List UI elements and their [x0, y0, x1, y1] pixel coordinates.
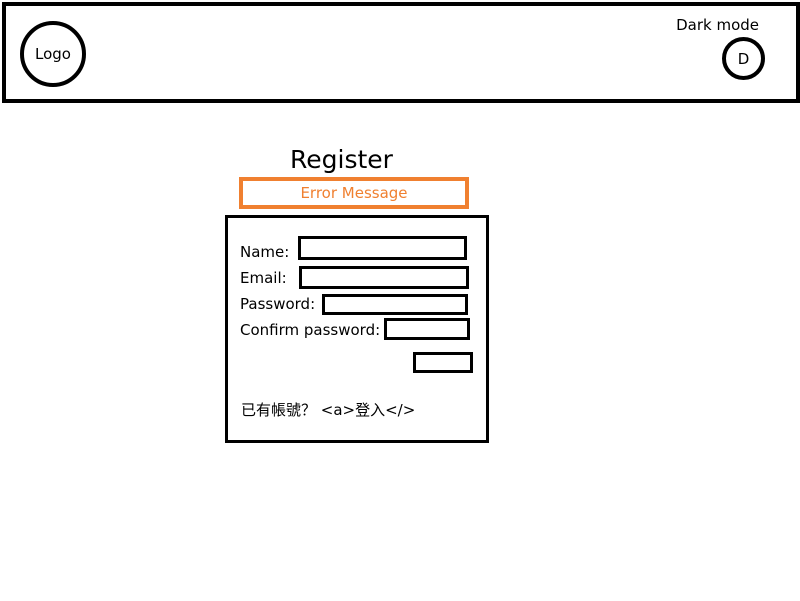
- register-submit-button[interactable]: [413, 352, 473, 373]
- dark-mode-toggle-label: D: [737, 49, 750, 68]
- top-header: Logo Dark mode D: [2, 2, 800, 103]
- confirm-password-label: Confirm password:: [240, 321, 381, 339]
- password-label: Password:: [240, 295, 316, 313]
- email-label: Email:: [240, 269, 287, 287]
- dark-mode-label: Dark mode: [676, 16, 759, 34]
- login-prompt: 已有帳號？ <a>登入</>: [241, 399, 415, 420]
- confirm-password-input[interactable]: [384, 318, 470, 340]
- error-message: Error Message: [239, 177, 469, 209]
- email-input[interactable]: [299, 266, 469, 289]
- password-input[interactable]: [322, 294, 468, 315]
- name-label: Name:: [240, 243, 290, 261]
- logo-label: Logo: [35, 45, 71, 63]
- error-message-text: Error Message: [300, 184, 408, 202]
- name-input[interactable]: [298, 236, 467, 260]
- dark-mode-toggle[interactable]: D: [722, 37, 765, 80]
- logo[interactable]: Logo: [20, 21, 86, 87]
- login-prompt-text: 已有帳號？: [241, 401, 321, 419]
- page-title: Register: [290, 145, 393, 174]
- login-link[interactable]: <a>登入</>: [321, 401, 416, 419]
